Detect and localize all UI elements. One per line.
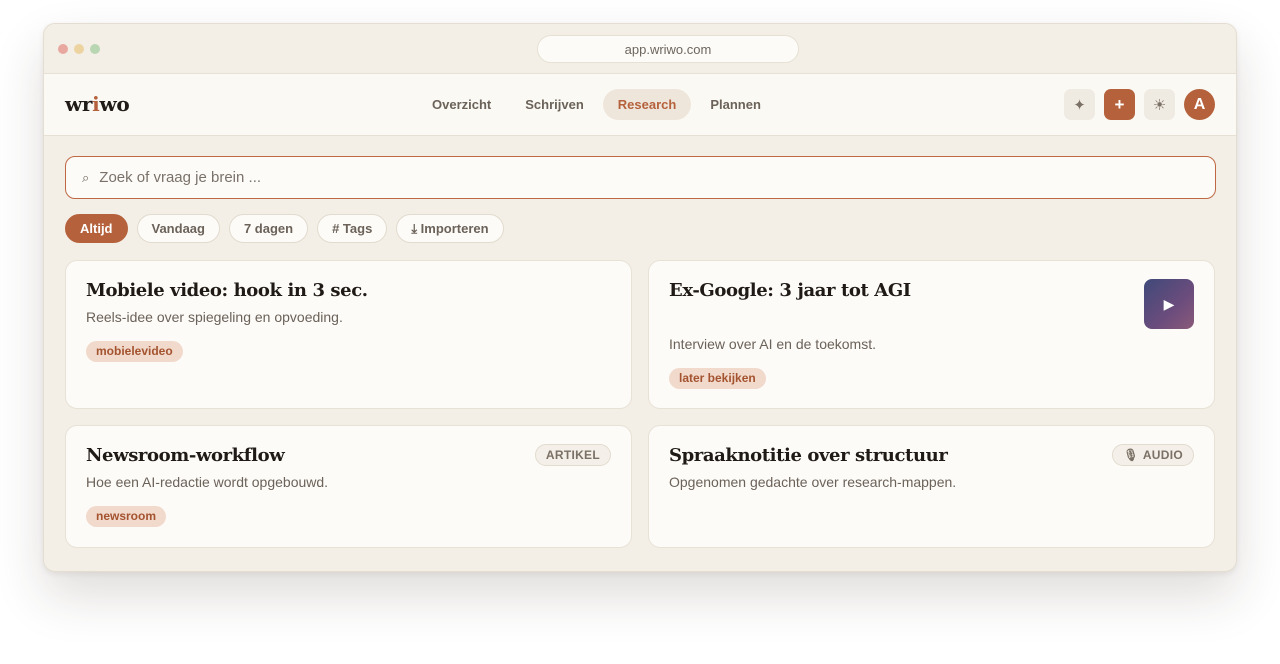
browser-titlebar: app.wriwo.com: [44, 24, 1236, 74]
card-title: Mobiele video: hook in 3 sec.: [86, 280, 368, 301]
filter-altijd[interactable]: Altijd: [65, 214, 128, 243]
plus-icon: +: [1114, 94, 1125, 114]
nav-tab-schrijven[interactable]: Schrijven: [510, 89, 599, 120]
card-tag[interactable]: mobielevideo: [86, 341, 183, 362]
card-description: Hoe een AI-redactie wordt opgebouwd.: [86, 474, 329, 490]
theme-toggle-button[interactable]: ☀: [1144, 89, 1175, 120]
card-tag[interactable]: later bekijken: [669, 368, 766, 389]
browser-window: app.wriwo.com wriwo Overzicht Schrijven …: [43, 23, 1237, 572]
search-bar[interactable]: ⌕: [65, 156, 1216, 199]
minimize-window-button[interactable]: [74, 44, 84, 54]
microphone-icon: 🎙: [1123, 448, 1139, 462]
logo-text-end: wo: [99, 92, 130, 116]
user-avatar[interactable]: A: [1184, 89, 1215, 120]
badge-label: ARTIKEL: [545, 448, 600, 462]
search-icon: ⌕: [82, 169, 90, 185]
nav-tab-research[interactable]: Research: [602, 89, 692, 120]
maximize-window-button[interactable]: [90, 44, 100, 54]
add-button[interactable]: +: [1104, 89, 1135, 120]
research-card[interactable]: Spraaknotitie over structuur 🎙 AUDIO Opg…: [648, 425, 1215, 548]
filter-vandaag[interactable]: Vandaag: [136, 214, 220, 243]
app-header: wriwo Overzicht Schrijven Research Plann…: [44, 74, 1236, 136]
research-cards-grid: Mobiele video: hook in 3 sec. Reels-idee…: [65, 260, 1215, 548]
close-window-button[interactable]: [58, 44, 68, 54]
play-icon: ▶: [1163, 295, 1175, 312]
research-card[interactable]: Newsroom-workflow ARTIKEL Hoe een AI-red…: [65, 425, 632, 548]
sparkle-icon: ✦: [1073, 96, 1086, 114]
filter-tags[interactable]: # Tags: [317, 214, 388, 243]
filter-bar: Altijd Vandaag 7 dagen # Tags ⤓ Importer…: [65, 214, 1215, 243]
card-tag[interactable]: newsroom: [86, 506, 167, 527]
address-bar[interactable]: app.wriwo.com: [537, 35, 799, 63]
research-card[interactable]: Ex-Google: 3 jaar tot AGI ▶ Interview ov…: [648, 260, 1215, 409]
logo-text-start: wr: [65, 92, 93, 116]
search-input[interactable]: [99, 169, 1100, 186]
card-description: Interview over AI en de toekomst.: [669, 336, 876, 352]
type-badge: 🎙 AUDIO: [1112, 444, 1194, 466]
ai-assistant-button[interactable]: ✦: [1064, 89, 1095, 120]
research-content: ⌕ Altijd Vandaag 7 dagen # Tags ⤓ Import…: [44, 136, 1236, 548]
card-description: Opgenomen gedachte over research-mappen.: [669, 474, 957, 490]
main-nav: Overzicht Schrijven Research Plannen: [417, 89, 776, 120]
card-title: Newsroom-workflow: [86, 445, 285, 466]
video-thumbnail[interactable]: ▶: [1144, 279, 1194, 329]
nav-tab-overzicht[interactable]: Overzicht: [417, 89, 506, 120]
import-button[interactable]: ⤓ Importeren: [396, 214, 504, 243]
filter-7-dagen[interactable]: 7 dagen: [228, 214, 309, 243]
nav-tab-plannen[interactable]: Plannen: [695, 89, 776, 120]
app-logo[interactable]: wriwo: [65, 92, 130, 116]
card-description: Reels-idee over spiegeling en opvoeding.: [86, 309, 343, 325]
header-actions: ✦ + ☀ A: [1064, 89, 1215, 120]
window-controls: [58, 44, 100, 54]
research-card[interactable]: Mobiele video: hook in 3 sec. Reels-idee…: [65, 260, 632, 409]
card-title: Ex-Google: 3 jaar tot AGI: [669, 280, 911, 301]
badge-label: AUDIO: [1142, 448, 1183, 462]
sun-icon: ☀: [1152, 96, 1167, 114]
type-badge: ARTIKEL: [534, 444, 611, 466]
